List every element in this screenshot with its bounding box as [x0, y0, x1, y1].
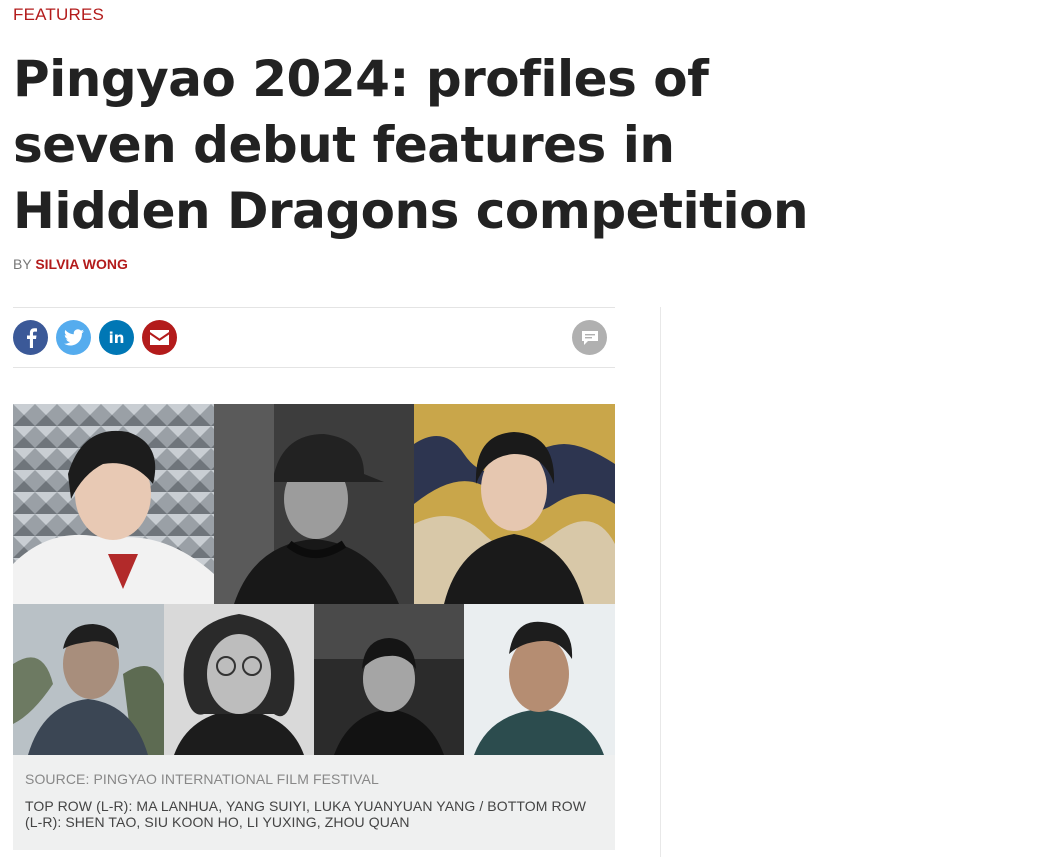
portrait-photo — [314, 604, 464, 755]
portrait-photo — [464, 604, 615, 755]
figure-caption: SOURCE: PINGYAO INTERNATIONAL FILM FESTI… — [13, 755, 615, 850]
facebook-icon — [24, 327, 38, 348]
portrait-photo — [13, 604, 164, 755]
image-caption: TOP ROW (L-R): MA LANHUA, YANG SUIYI, LU… — [25, 798, 587, 830]
byline: BY SILVIA WONG — [13, 256, 128, 272]
portrait-photo — [414, 404, 615, 604]
linkedin-share-button[interactable]: in — [99, 320, 134, 355]
byline-prefix: BY — [13, 256, 32, 272]
portrait-photo — [214, 404, 414, 604]
article-figure: SOURCE: PINGYAO INTERNATIONAL FILM FESTI… — [13, 404, 615, 850]
twitter-share-button[interactable] — [56, 320, 91, 355]
twitter-icon — [63, 329, 84, 346]
article-title: Pingyao 2024: profiles of seven debut fe… — [13, 50, 809, 240]
author-link[interactable]: SILVIA WONG — [35, 256, 128, 272]
facebook-share-button[interactable] — [13, 320, 48, 355]
column-divider — [660, 307, 661, 857]
director-photo-collage[interactable] — [13, 404, 615, 755]
portrait-photo — [164, 604, 314, 755]
linkedin-icon: in — [108, 328, 125, 347]
portrait-photo — [13, 404, 214, 604]
image-source: SOURCE: PINGYAO INTERNATIONAL FILM FESTI… — [25, 771, 379, 787]
comments-button[interactable] — [572, 320, 607, 355]
share-bar: in — [13, 307, 615, 368]
comment-icon — [581, 330, 599, 346]
email-icon — [150, 330, 169, 345]
email-share-button[interactable] — [142, 320, 177, 355]
section-label[interactable]: FEATURES — [13, 5, 104, 25]
